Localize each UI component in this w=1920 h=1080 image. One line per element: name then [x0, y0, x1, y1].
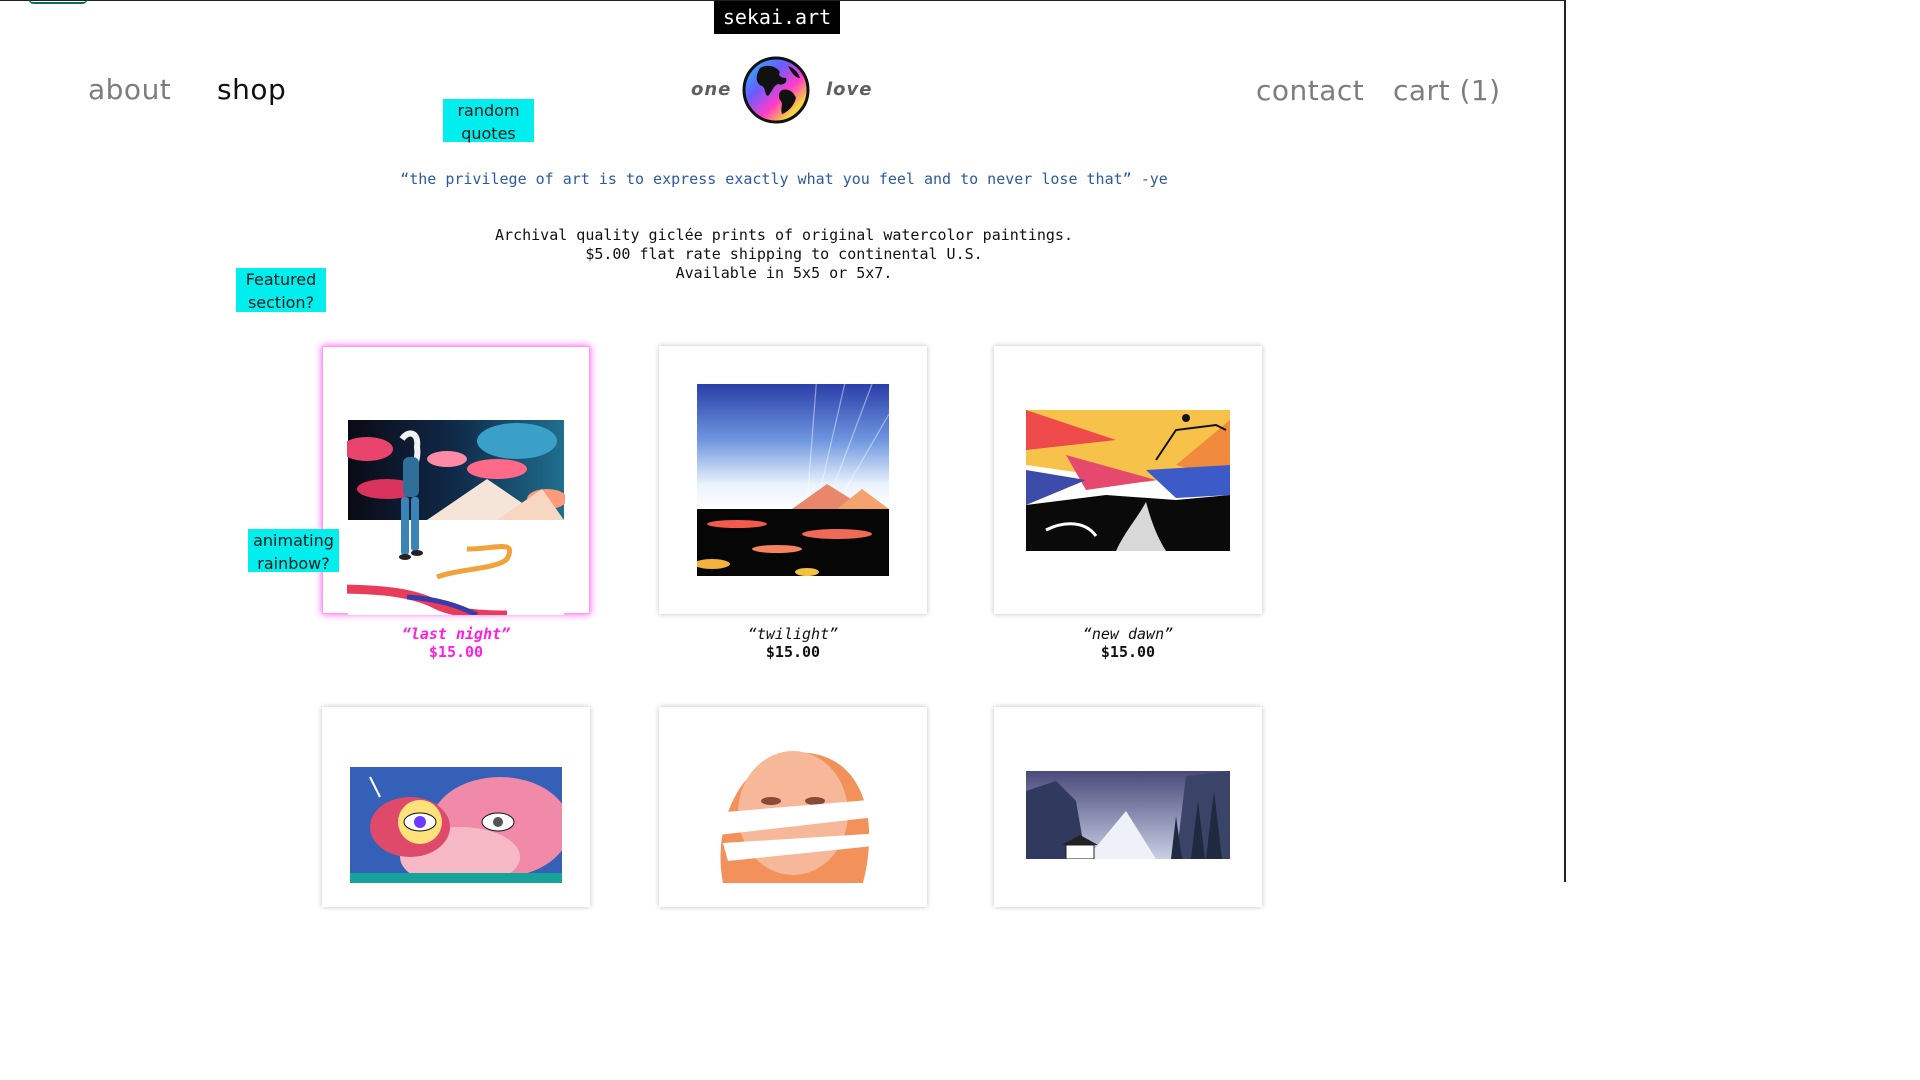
annotation-line: animating	[253, 531, 334, 550]
product-image	[347, 420, 565, 615]
nav-cart-link[interactable]: cart (1)	[1393, 74, 1501, 107]
shop-intro: Archival quality giclée prints of origin…	[0, 226, 1568, 283]
globe-icon[interactable]	[742, 56, 810, 124]
annotation-line: quotes	[461, 124, 516, 143]
product-caption-last-night[interactable]: “last night” $15.00	[322, 625, 590, 661]
product-card-new-dawn[interactable]	[994, 346, 1262, 614]
nav-shop-link[interactable]: shop	[217, 73, 286, 106]
corner-decoration	[28, 0, 88, 4]
product-price: $15.00	[765, 643, 821, 661]
product-card[interactable]	[322, 707, 590, 907]
product-title: “twilight”	[747, 625, 839, 643]
annotation-random-quotes: random quotes	[443, 99, 534, 143]
nav-about-link[interactable]: about	[88, 73, 171, 106]
product-image	[1026, 410, 1230, 551]
intro-line: Archival quality giclée prints of origin…	[495, 226, 1073, 244]
product-price: $15.00	[428, 643, 484, 661]
site-logo[interactable]: sekai.art	[714, 1, 840, 34]
annotation-line: rainbow?	[257, 554, 330, 573]
annotation-line: section?	[247, 293, 315, 312]
annotation-line: random	[457, 101, 520, 120]
product-title: “new dawn”	[1082, 625, 1174, 643]
product-image	[693, 743, 893, 883]
product-caption-new-dawn[interactable]: “new dawn” $15.00	[994, 625, 1262, 661]
tagline-love: love	[826, 79, 873, 100]
product-title: “last night”	[401, 625, 511, 643]
product-card-last-night[interactable]	[322, 346, 590, 615]
product-caption-twilight[interactable]: “twilight” $15.00	[659, 625, 927, 661]
intro-line: $5.00 flat rate shipping to continental …	[585, 245, 983, 263]
product-card-twilight[interactable]	[659, 346, 927, 614]
product-price: $15.00	[1100, 643, 1156, 661]
annotation-animating-rainbow: animating rainbow?	[248, 529, 339, 573]
product-image	[350, 767, 562, 883]
product-image	[697, 384, 889, 576]
intro-line: Available in 5x5 or 5x7.	[675, 264, 893, 282]
nav-contact-link[interactable]: contact	[1256, 74, 1364, 107]
tagline-one: one	[691, 79, 732, 100]
product-card[interactable]	[994, 707, 1262, 907]
product-image	[1026, 771, 1230, 859]
random-quote: “the privilege of art is to express exac…	[400, 170, 1168, 188]
product-card[interactable]	[659, 707, 927, 907]
